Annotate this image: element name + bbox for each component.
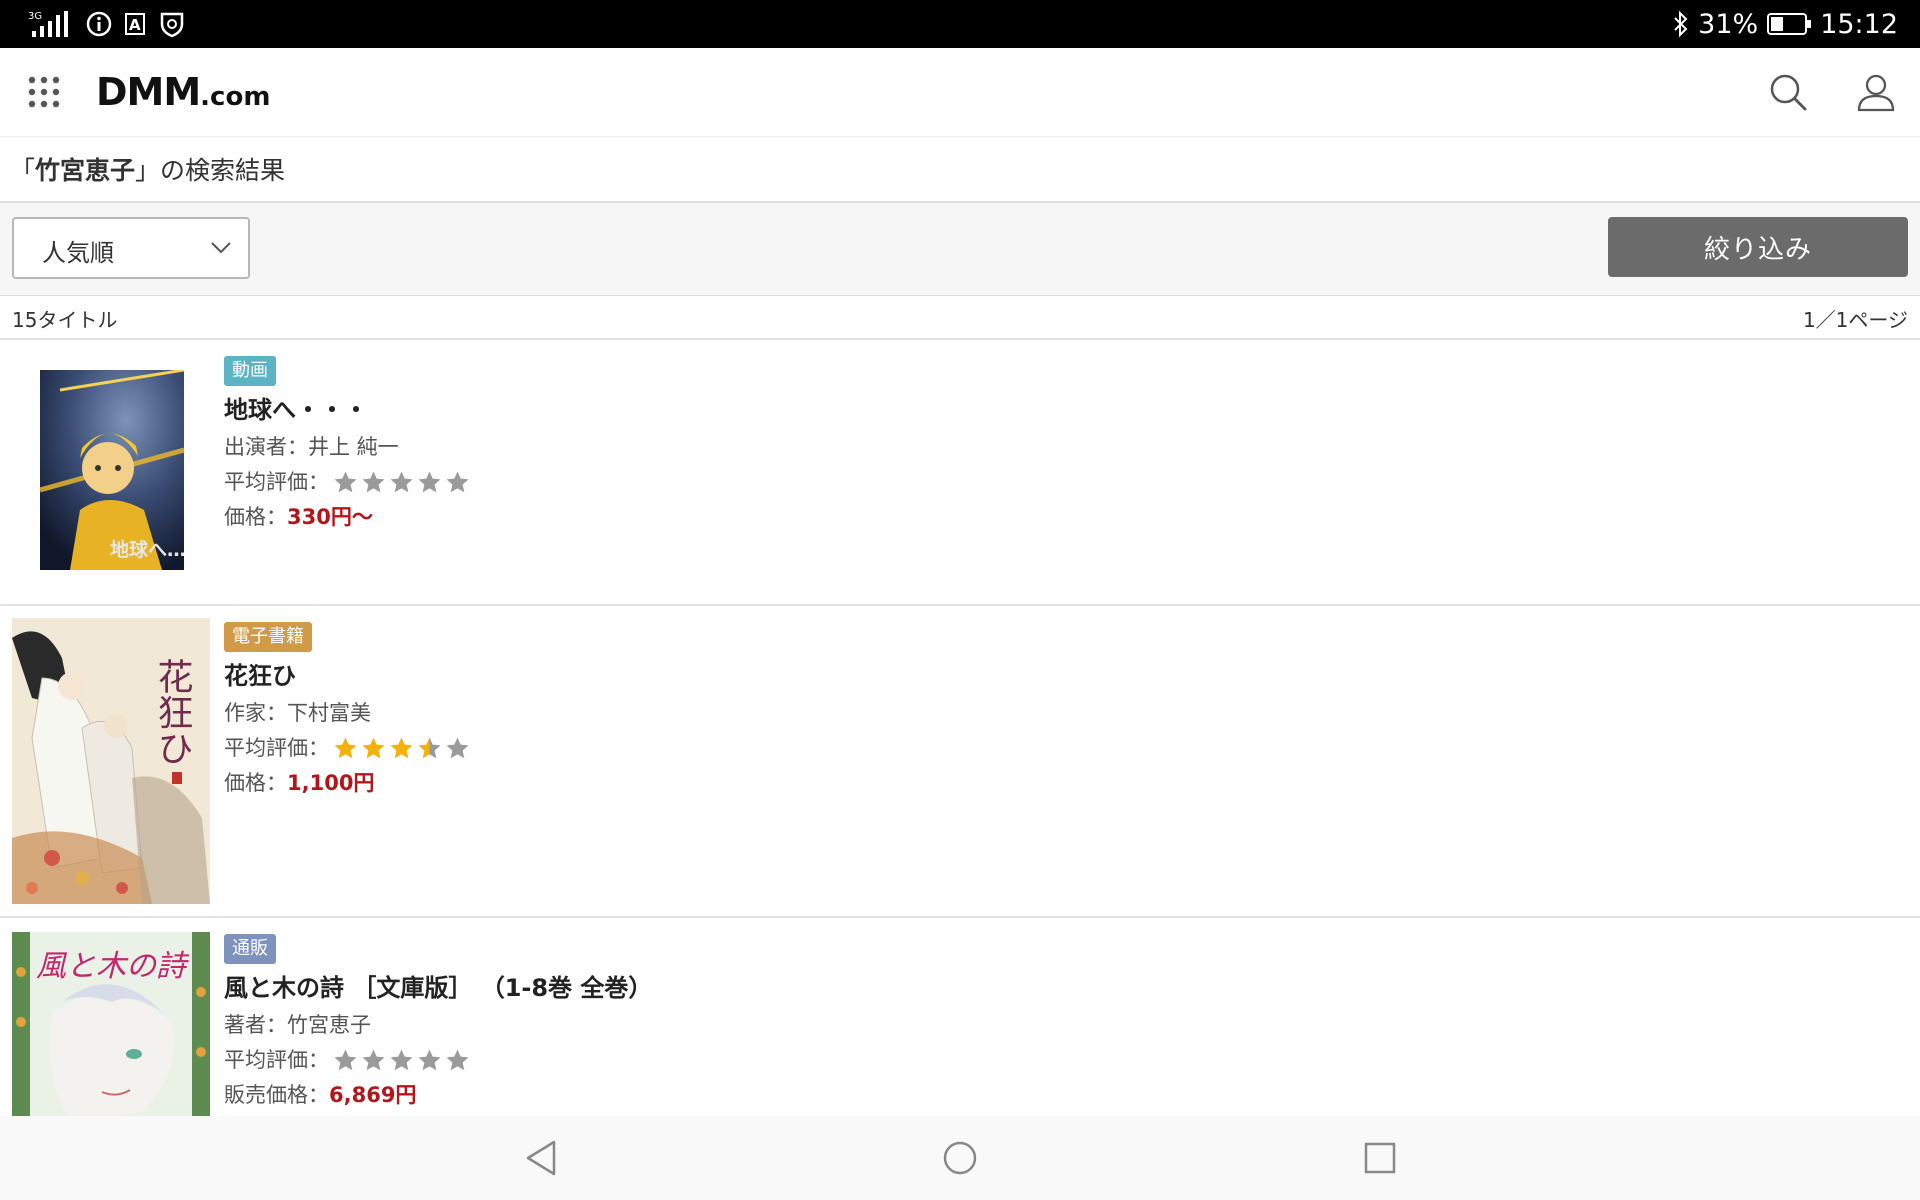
item-price: 1,100円 <box>287 771 375 795</box>
dmm-logo[interactable]: DMM .com <box>96 70 270 114</box>
item-person[interactable]: 竹宮恵子 <box>287 1008 371 1043</box>
item-price: 6,869円 <box>329 1083 417 1107</box>
item-person-row: 作家： 下村富美 <box>224 696 470 731</box>
system-nav-bar <box>0 1116 1920 1200</box>
shield-icon <box>160 12 184 38</box>
list-item[interactable]: 花狂ひ 電子書籍 花狂ひ 作家： 下村富美 平均評価： 価格： 1,100円 <box>0 606 1920 918</box>
star-icon <box>334 1049 357 1071</box>
item-info: 電子書籍 花狂ひ 作家： 下村富美 平均評価： 価格： 1,100円 <box>224 622 470 801</box>
item-title[interactable]: 地球へ・・・ <box>224 390 470 430</box>
recent-apps-icon[interactable] <box>1360 1138 1400 1178</box>
apps-grid-icon[interactable] <box>28 76 60 108</box>
info-icon <box>86 11 112 37</box>
star-icon <box>390 471 413 493</box>
item-info: 通販 風と木の詩 ［文庫版］ （1-8巻 全巻） 著者： 竹宮恵子 平均評価： 販… <box>224 934 652 1113</box>
status-bar: 3G A 31% 15:12 <box>0 0 1920 48</box>
cover-image[interactable]: 花狂ひ <box>12 618 210 904</box>
home-icon[interactable] <box>940 1136 980 1180</box>
logo-main: DMM <box>96 70 201 114</box>
cover-text: 風と木の詩 <box>36 949 190 984</box>
item-title[interactable]: 花狂ひ <box>224 656 470 696</box>
star-icon <box>362 471 385 493</box>
cover-text: 地球へ… <box>110 538 184 561</box>
item-price-row: 販売価格： 6,869円 <box>224 1078 652 1113</box>
star-icon <box>418 737 441 759</box>
star-icon <box>418 471 441 493</box>
a-notification-icon: A <box>125 13 145 35</box>
sort-dropdown[interactable]: 人気順 <box>12 217 250 279</box>
list-item[interactable]: 地球へ… 動画 地球へ・・・ 出演者： 井上 純一 平均評価： 価格： 330円〜 <box>0 340 1920 606</box>
star-icon <box>446 471 469 493</box>
item-person-row: 出演者： 井上 純一 <box>224 430 470 465</box>
page-title: 「竹宮恵子」の検索結果 <box>10 156 286 185</box>
star-icon <box>334 471 357 493</box>
status-icons-left: 3G A <box>26 8 186 40</box>
rating-stars <box>333 1048 470 1073</box>
clock: 15:12 <box>1820 8 1898 40</box>
svg-text:A: A <box>129 16 141 34</box>
back-icon[interactable] <box>522 1136 562 1180</box>
search-query: 竹宮恵子 <box>35 156 136 185</box>
star-icon <box>418 1049 441 1071</box>
rating-stars <box>333 470 470 495</box>
star-icon <box>390 1049 413 1071</box>
item-rating-row: 平均評価： <box>224 465 470 500</box>
filter-button[interactable]: 絞り込み <box>1608 217 1908 277</box>
item-rating-row: 平均評価： <box>224 731 470 766</box>
cover-image[interactable]: 地球へ… <box>40 370 184 570</box>
star-icon <box>334 737 357 759</box>
item-info: 動画 地球へ・・・ 出演者： 井上 純一 平均評価： 価格： 330円〜 <box>224 356 470 535</box>
page-indicator: 1／1ページ <box>1802 308 1908 332</box>
item-price: 330円〜 <box>287 505 373 529</box>
star-icon <box>390 737 413 759</box>
status-icons-right: 31% 15:12 <box>1672 8 1898 40</box>
item-price-row: 価格： 1,100円 <box>224 766 470 801</box>
item-price-row: 価格： 330円〜 <box>224 500 470 535</box>
search-icon[interactable] <box>1768 72 1808 112</box>
rating-stars <box>333 736 470 761</box>
bluetooth-icon <box>1674 10 1688 38</box>
logo-suffix: .com <box>200 82 271 112</box>
category-badge: 電子書籍 <box>224 622 312 652</box>
network-type-label: 3G <box>28 11 42 22</box>
star-icon <box>446 737 469 759</box>
chevron-down-icon <box>211 242 231 254</box>
user-icon[interactable] <box>1856 72 1896 112</box>
item-rating-row: 平均評価： <box>224 1043 652 1078</box>
sort-filter-bar: 人気順 絞り込み <box>0 203 1920 296</box>
star-icon <box>362 737 385 759</box>
result-count: 15タイトル <box>12 308 118 332</box>
star-icon <box>362 1049 385 1071</box>
item-title[interactable]: 風と木の詩 ［文庫版］ （1-8巻 全巻） <box>224 968 652 1008</box>
battery-percent: 31% <box>1698 8 1759 40</box>
app-header: DMM .com <box>0 48 1920 137</box>
cover-image[interactable]: 風と木の詩 <box>12 932 210 1116</box>
category-badge: 通販 <box>224 934 276 964</box>
battery-icon <box>1767 13 1812 35</box>
item-person[interactable]: 下村富美 <box>287 696 371 731</box>
cover-text: 花狂ひ <box>152 658 193 766</box>
item-person[interactable]: 井上 純一 <box>308 430 399 465</box>
item-person-row: 著者： 竹宮恵子 <box>224 1008 652 1043</box>
star-icon <box>446 1049 469 1071</box>
search-result-heading: 「竹宮恵子」の検索結果 <box>0 137 1920 203</box>
result-count-row: 15タイトル 1／1ページ <box>0 296 1920 340</box>
list-item[interactable]: 風と木の詩 通販 風と木の詩 ［文庫版］ （1-8巻 全巻） 著者： 竹宮恵子 平… <box>0 918 1920 1116</box>
category-badge: 動画 <box>224 356 276 386</box>
signal-icon: 3G <box>28 11 68 37</box>
sort-dropdown-value: 人気順 <box>42 239 114 267</box>
